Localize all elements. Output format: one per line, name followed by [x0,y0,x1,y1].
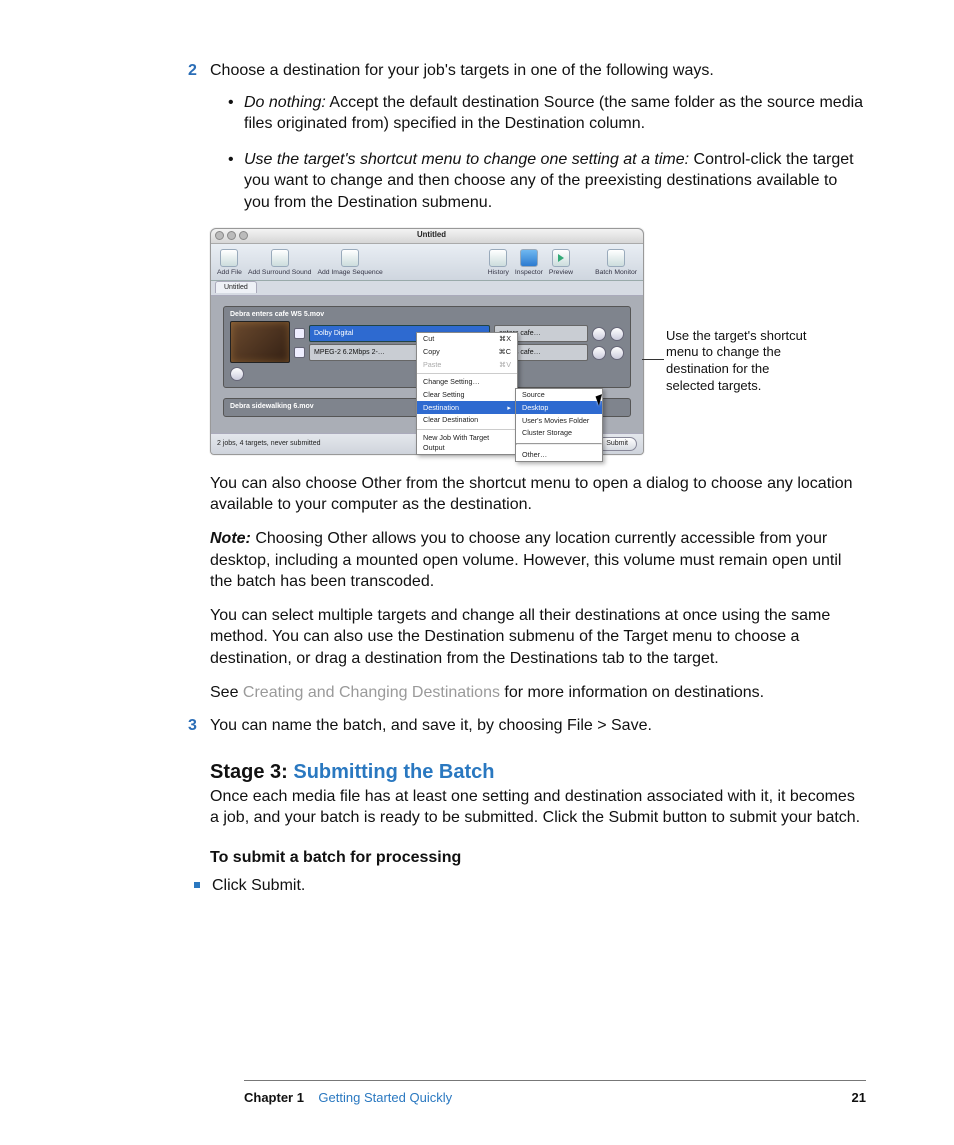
bullet-lead: Use the target's shortcut menu to change… [244,151,689,168]
note-body: Choosing Other allows you to choose any … [210,530,841,590]
step-2-text: Choose a destination for your job's targ… [210,62,714,79]
add-target-button[interactable] [230,367,244,381]
leader-line [642,359,664,360]
setting-icon [294,347,305,358]
zoom-icon[interactable] [239,231,248,240]
see-post: for more information on destinations. [500,684,764,701]
subhead-submit: To submit a batch for processing [210,847,866,869]
bullet-rest: Accept the default destination Source (t… [244,94,863,133]
preview-button[interactable]: Preview [549,249,573,277]
para-multi: You can select multiple targets and chan… [210,605,866,670]
submit-button[interactable]: Submit [597,437,637,450]
inspector-button[interactable]: Inspector [515,249,543,277]
destination-submenu[interactable]: Source Desktop User's Movies Folder Clus… [515,388,603,463]
inspector-icon [520,249,538,267]
add-image-seq-button[interactable]: Add Image Sequence [317,249,382,277]
note: Note: Choosing Other allows you to choos… [210,528,866,593]
stage-link[interactable]: Submitting the Batch [293,761,494,783]
status-text: 2 jobs, 4 targets, never submitted [217,439,321,448]
para-see: See Creating and Changing Destinations f… [210,682,866,704]
step-3-text: You can name the batch, and save it, by … [210,717,652,734]
submenu-desktop[interactable]: Desktop [516,401,602,414]
thumbnail-icon [230,321,290,363]
remove-button[interactable] [592,327,606,341]
bullet-lead: Do nothing: [244,94,326,111]
setting-icon [294,328,305,339]
add-surround-button[interactable]: Add Surround Sound [248,249,312,277]
window-title: Untitled [248,230,615,241]
add-button[interactable] [610,327,624,341]
step-2: 2 Choose a destination for your job's ta… [210,60,866,82]
surround-icon [271,249,289,267]
footer-title: Getting Started Quickly [318,1090,452,1105]
footer-page: 21 [852,1089,866,1107]
history-button[interactable]: History [488,249,509,277]
note-lead: Note: [210,530,251,547]
submenu-movies[interactable]: User's Movies Folder [516,414,602,427]
add-file-button[interactable]: Add File [217,249,242,277]
tab-untitled[interactable]: Untitled [215,281,257,293]
image-seq-icon [341,249,359,267]
stage-body: Once each media file has at least one se… [210,786,866,829]
page-footer: Chapter 1 Getting Started Quickly 21 [244,1080,866,1107]
context-menu[interactable]: Cut⌘X Copy⌘C Paste⌘V Change Setting… Cle… [416,332,518,455]
file-icon [220,249,238,267]
menu-copy[interactable]: Copy⌘C [417,345,517,358]
submenu-other[interactable]: Other… [516,449,602,462]
menu-new-job[interactable]: New Job With Target Output [417,432,517,454]
toolbar: Add File Add Surround Sound Add Image Se… [211,244,643,281]
submit-steps: Click Submit. [210,875,866,897]
menu-destination[interactable]: Destination▸ [417,401,517,414]
bullet-do-nothing: Do nothing: Accept the default destinati… [228,92,866,135]
remove-button[interactable] [592,346,606,360]
titlebar: Untitled [211,229,643,244]
step-number-3: 3 [188,715,197,737]
menu-paste: Paste⌘V [417,358,517,371]
add-button[interactable] [610,346,624,360]
history-icon [489,249,507,267]
minimize-icon[interactable] [227,231,236,240]
job-1-title: Debra enters cafe WS 5.mov [230,310,624,319]
para-other: You can also choose Other from the short… [210,473,866,516]
menu-change-setting[interactable]: Change Setting… [417,376,517,389]
monitor-icon [607,249,625,267]
see-pre: See [210,684,243,701]
batch-monitor-button[interactable]: Batch Monitor [595,249,637,277]
submenu-cluster[interactable]: Cluster Storage [516,427,602,440]
step-3: 3 You can name the batch, and save it, b… [210,715,866,737]
footer-chapter: Chapter 1 [244,1090,304,1105]
step-number-2: 2 [188,60,197,82]
menu-cut[interactable]: Cut⌘X [417,333,517,346]
close-icon[interactable] [215,231,224,240]
app-window: Untitled Add File Add Surround Sound Add… [210,228,644,455]
bullet-shortcut-menu: Use the target's shortcut menu to change… [228,149,866,214]
figure-wrap: Untitled Add File Add Surround Sound Add… [210,228,866,455]
submenu-source[interactable]: Source [516,389,602,402]
menu-clear-setting[interactable]: Clear Setting [417,388,517,401]
batch-canvas: Debra enters cafe WS 5.mov Dolby Digital… [211,296,643,434]
submit-step-1: Click Submit. [210,875,866,897]
stage-pre: Stage 3: [210,761,293,783]
figure-callout: Use the target's shortcut menu to change… [666,228,814,396]
stage-heading: Stage 3: Submitting the Batch [210,759,866,786]
step-2-bullets: Do nothing: Accept the default destinati… [228,92,866,214]
tab-row: Untitled [211,281,643,296]
play-icon [552,249,570,267]
menu-clear-destination[interactable]: Clear Destination [417,414,517,427]
link-destinations[interactable]: Creating and Changing Destinations [243,684,500,701]
